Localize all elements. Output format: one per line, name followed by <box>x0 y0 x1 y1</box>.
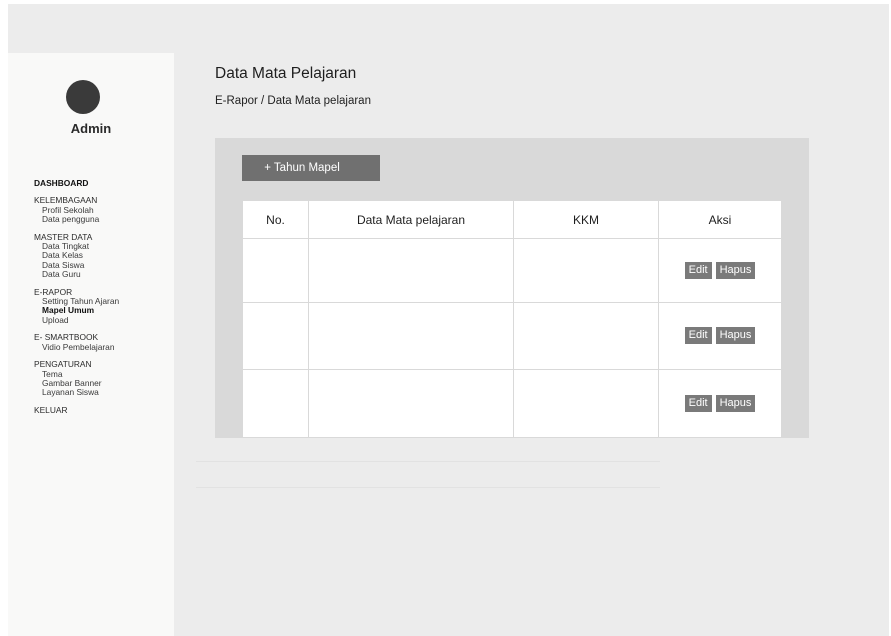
sidebar-item-keluar[interactable]: KELUAR <box>34 405 174 415</box>
sidebar-item-data-pengguna[interactable]: Data pengguna <box>34 214 174 224</box>
sidebar-nav: DASHBOARD KELEMBAGAAN Profil Sekolah Dat… <box>34 178 174 415</box>
column-header-no: No. <box>242 200 309 239</box>
sidebar-item-upload[interactable]: Upload <box>34 315 174 325</box>
cell-no <box>242 238 309 303</box>
table-row: Edit Hapus <box>242 301 782 371</box>
table-header-row: No. Data Mata pelajaran KKM Aksi <box>242 200 782 239</box>
edit-button[interactable]: Edit <box>684 327 712 345</box>
cell-kkm <box>513 301 659 371</box>
cell-no <box>242 369 309 438</box>
table-row: Edit Hapus <box>242 369 782 438</box>
column-header-mapel: Data Mata pelajaran <box>308 200 514 239</box>
avatar <box>66 80 100 114</box>
cell-mapel <box>308 301 514 371</box>
divider <box>196 461 660 462</box>
divider <box>196 487 660 488</box>
edit-button[interactable]: Edit <box>684 395 712 413</box>
cell-aksi: Edit Hapus <box>658 369 782 438</box>
column-header-aksi: Aksi <box>658 200 782 239</box>
cell-kkm <box>513 369 659 438</box>
add-tahun-mapel-button[interactable]: + Tahun Mapel <box>242 155 380 181</box>
mapel-table: No. Data Mata pelajaran KKM Aksi Edit Hap… <box>242 200 782 438</box>
sidebar-item-vidio-pembelajaran[interactable]: Vidio Pembelajaran <box>34 342 174 352</box>
delete-button[interactable]: Hapus <box>715 395 756 413</box>
sidebar-item-dashboard[interactable]: DASHBOARD <box>34 178 174 188</box>
cell-mapel <box>308 369 514 438</box>
page-title: Data Mata Pelajaran <box>215 65 357 82</box>
cell-aksi: Edit Hapus <box>658 238 782 303</box>
cell-aksi: Edit Hapus <box>658 301 782 371</box>
table-row: Edit Hapus <box>242 238 782 303</box>
cell-mapel <box>308 238 514 303</box>
edit-button[interactable]: Edit <box>684 261 712 279</box>
column-header-kkm: KKM <box>513 200 659 239</box>
sidebar-item-layanan-siswa[interactable]: Layanan Siswa <box>34 387 174 397</box>
delete-button[interactable]: Hapus <box>715 261 756 279</box>
cell-no <box>242 301 309 371</box>
sidebar-item-data-guru[interactable]: Data Guru <box>34 269 174 279</box>
admin-name: Admin <box>70 121 112 136</box>
delete-button[interactable]: Hapus <box>715 327 756 345</box>
cell-kkm <box>513 238 659 303</box>
breadcrumb[interactable]: E-Rapor / Data Mata pelajaran <box>215 95 371 107</box>
